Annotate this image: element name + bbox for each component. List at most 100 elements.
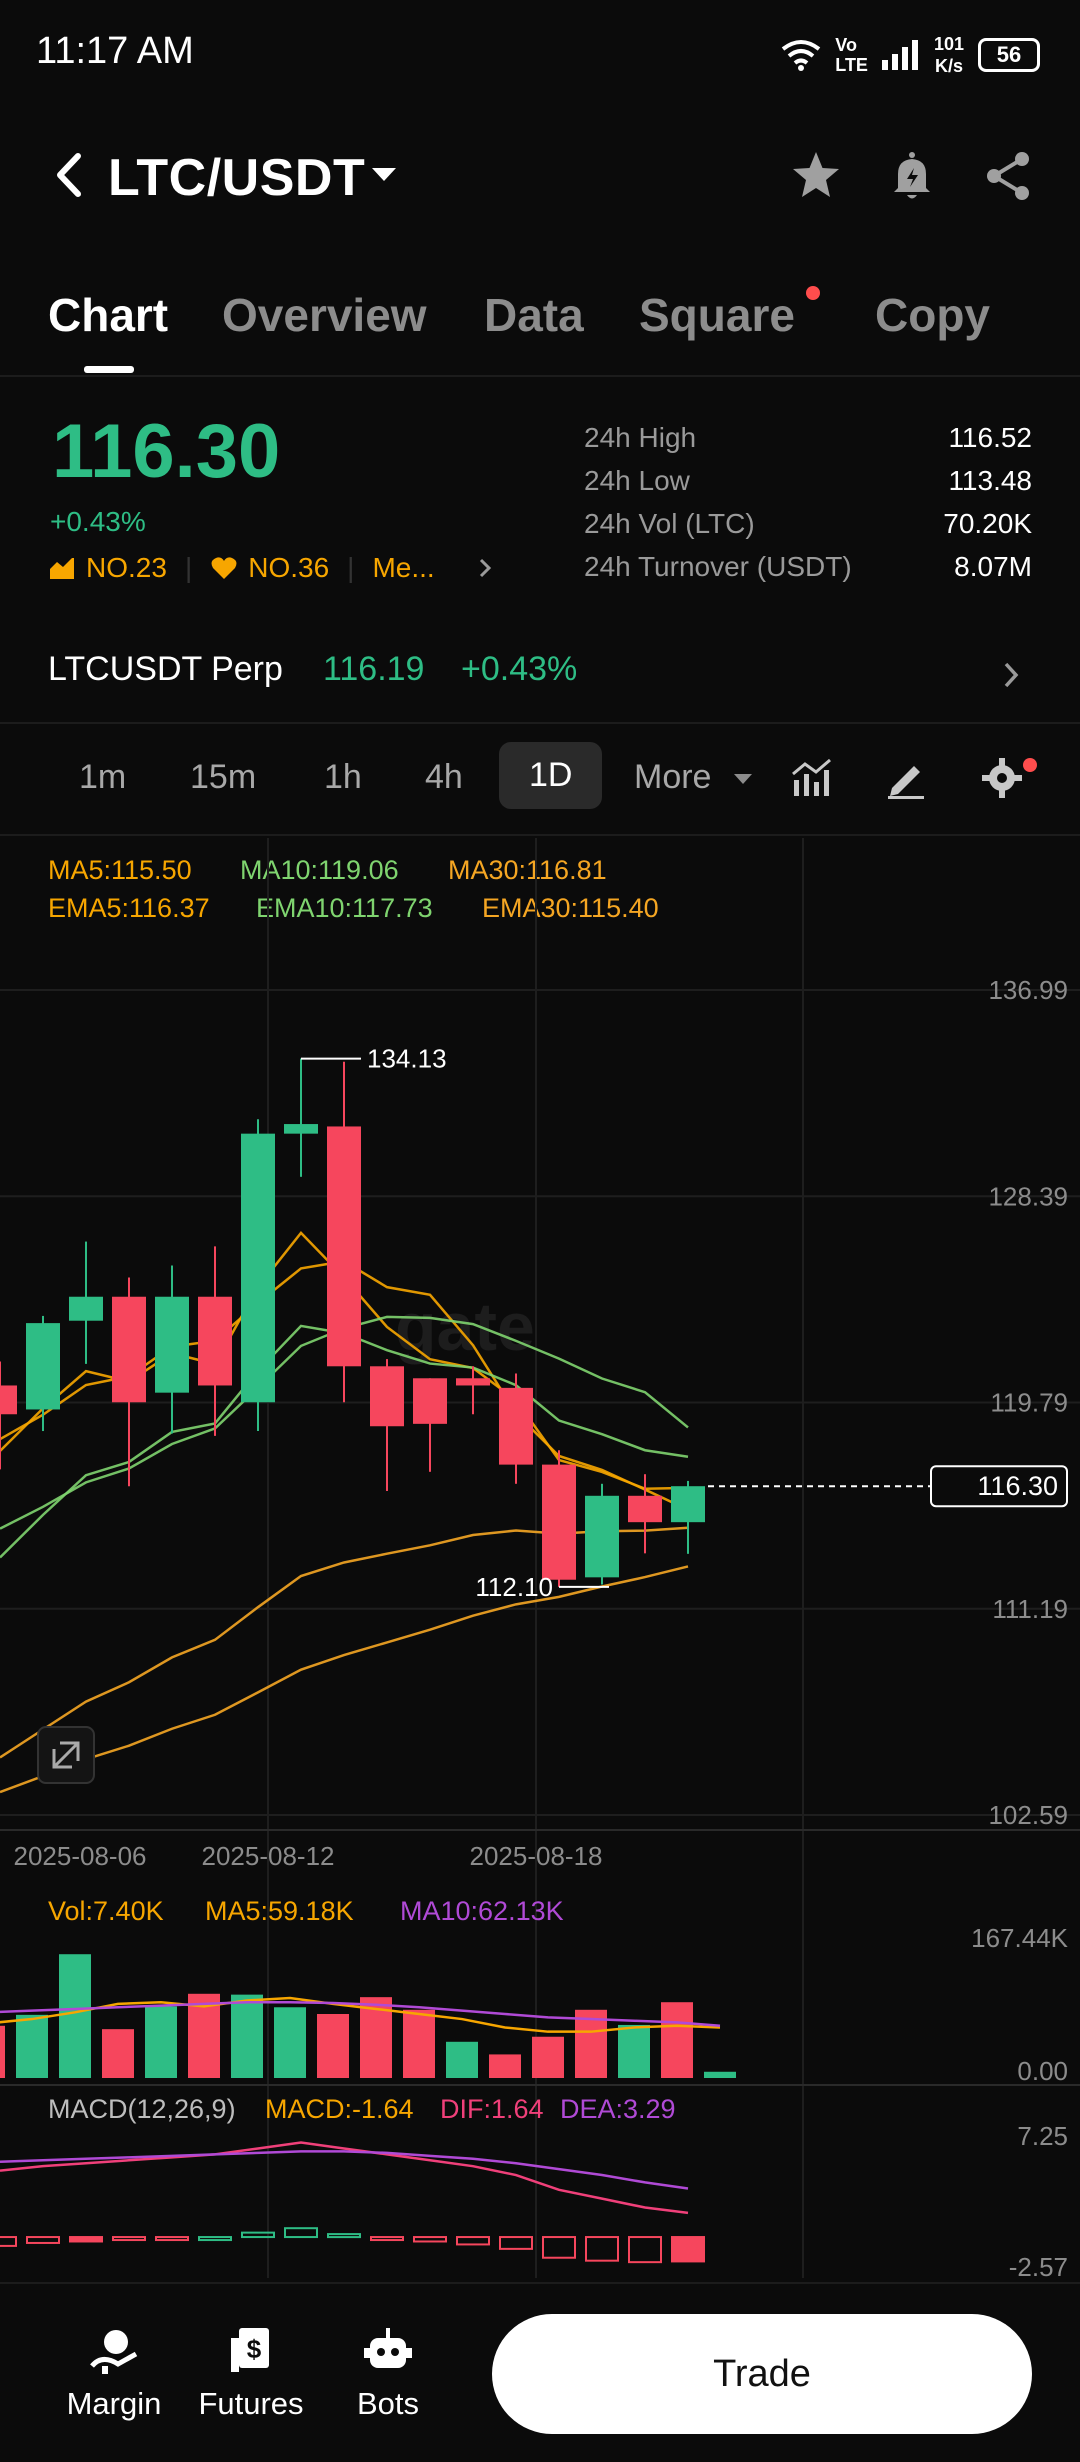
candle-body [198, 1296, 232, 1386]
macd-value-label: MACD:-1.64 [265, 2094, 414, 2124]
nav-futures[interactable]: $ Futures [191, 2324, 311, 2422]
x-tick-label: 2025-08-12 [202, 1841, 335, 1871]
macd-histogram-bar [542, 2236, 576, 2259]
macd-y-tick: -2.57 [1009, 2252, 1068, 2282]
indicator-icon[interactable] [790, 756, 834, 800]
tab-overview[interactable]: Overview [222, 288, 427, 342]
chevron-right-icon [1004, 662, 1019, 688]
macd-histogram-bar [241, 2231, 275, 2239]
ma-line [0, 1526, 689, 1759]
rank-1: NO.23 [86, 552, 167, 583]
status-time: 11:17 AM [36, 30, 194, 72]
candle-body [542, 1464, 576, 1580]
draw-tool-icon[interactable] [884, 756, 928, 800]
volume-bar [618, 2024, 650, 2078]
interval-1d[interactable]: 1D [499, 742, 603, 809]
high-price-label: 134.13 [367, 1044, 447, 1074]
candle-body [26, 1323, 60, 1410]
futures-icon: $ [231, 2328, 269, 2372]
nav-bots[interactable]: Bots [328, 2324, 448, 2422]
perp-name: LTCUSDT Perp [48, 650, 283, 688]
macd-histogram-bar [155, 2236, 189, 2242]
rank-2: NO.36 [248, 552, 330, 583]
volume-bar [16, 2014, 48, 2078]
pair-dropdown-icon[interactable] [372, 168, 396, 181]
watermark: gate [395, 1289, 535, 1365]
interval-1h[interactable]: 1h [324, 758, 362, 797]
expand-chart-button[interactable] [37, 1726, 95, 1784]
stats-labels: 24h High 24h Low 24h Vol (LTC) 24h Turno… [584, 422, 852, 582]
svg-text:$: $ [247, 2334, 262, 2364]
macd-histogram-bar [284, 2227, 318, 2239]
settings-notification-dot [1023, 758, 1037, 772]
tab-data[interactable]: Data [484, 288, 584, 342]
candle-body [499, 1387, 533, 1465]
macd-histogram-bar [0, 2236, 17, 2247]
pair-header: LTC/USDT [0, 130, 1080, 220]
price-chart[interactable]: gate 134.13 112.10 116.30 Vol:7.40K MA5:59.… [0, 835, 1080, 2282]
macd-histogram-bar [499, 2236, 533, 2250]
interval-4h[interactable]: 4h [425, 758, 463, 797]
interval-bar: 1m 15m 1h 4h 1D More [0, 722, 1080, 836]
battery-icon: 56 [978, 38, 1040, 72]
perp-row[interactable]: LTCUSDT Perp 116.19 +0.43% [0, 632, 1080, 724]
price-change: +0.43% [50, 506, 146, 537]
status-icons: Vo LTE 101 K/s 56 [781, 30, 1040, 80]
macd-histogram-bar [413, 2236, 447, 2243]
volume-bar [231, 1994, 263, 2078]
candle-body [241, 1133, 275, 1403]
macd-line [0, 2141, 689, 2215]
tab-copy[interactable]: Copy [875, 288, 990, 342]
interval-15m[interactable]: 15m [190, 758, 256, 797]
volume-bar [704, 2071, 736, 2078]
chart-settings-icon[interactable] [980, 756, 1024, 800]
volume-bars: Vol:7.40K MA5:59.18K MA10:62.13K 167.44K 0.0… [0, 1896, 1069, 2086]
macd-dea-label: DEA:3.29 [560, 2094, 676, 2124]
last-price: 116.30 [52, 409, 281, 494]
nav-margin[interactable]: Margin [54, 2324, 174, 2422]
margin-icon [90, 2330, 138, 2374]
back-arrow-icon[interactable] [50, 150, 86, 200]
volume-bar [0, 2025, 5, 2078]
trade-button[interactable]: Trade [492, 2314, 1032, 2434]
volume-bar [59, 1954, 91, 2078]
last-price-label: 116.30 [977, 1471, 1058, 1501]
y-tick-label: 128.39 [988, 1181, 1068, 1211]
tab-chart[interactable]: Chart [48, 288, 168, 342]
heart-icon [211, 557, 237, 579]
status-bar: 11:17 AM Vo LTE 101 K/s 56 [0, 0, 1080, 110]
x-tick-label: 2025-08-06 [14, 1841, 147, 1871]
candle-body [284, 1124, 318, 1134]
interval-more[interactable]: More [634, 758, 711, 797]
candle-body [327, 1126, 361, 1367]
price-alert-icon[interactable] [884, 148, 940, 204]
vol-label: Vol:7.40K [48, 1896, 164, 1926]
rank-3: Me... [372, 552, 435, 583]
macd-histogram-bar [198, 2236, 232, 2242]
wifi-icon [782, 40, 821, 71]
share-icon[interactable] [980, 148, 1036, 204]
interval-1m[interactable]: 1m [79, 758, 126, 797]
macd-histogram-bar [26, 2236, 60, 2244]
active-tab-indicator [84, 366, 134, 373]
macd-histogram-bar [585, 2236, 619, 2262]
square-notification-dot [806, 286, 820, 300]
tab-square[interactable]: Square [639, 288, 795, 342]
volume-bar [532, 2036, 564, 2078]
ma-line [0, 1565, 689, 1794]
star-icon[interactable] [788, 148, 844, 204]
pair-title[interactable]: LTC/USDT [108, 148, 365, 208]
candle-body [155, 1296, 189, 1393]
macd-histogram-bar [456, 2236, 490, 2246]
rank-row[interactable]: NO.23 | NO.36 | Me... [48, 552, 495, 584]
candle-body [69, 1296, 103, 1321]
candle-body [456, 1378, 490, 1386]
candle-body [628, 1495, 662, 1523]
macd-histogram-bar [671, 2236, 705, 2263]
macd-y-tick: 7.25 [1017, 2121, 1068, 2151]
low-price-label: 112.10 [475, 1572, 553, 1602]
tab-bar: Chart Overview Data Square Copy [0, 270, 1080, 377]
bottom-action-bar: Margin $ Futures Bots Trade [0, 2282, 1080, 2462]
y-tick-label: 119.79 [990, 1388, 1068, 1418]
candle-body [413, 1378, 447, 1424]
